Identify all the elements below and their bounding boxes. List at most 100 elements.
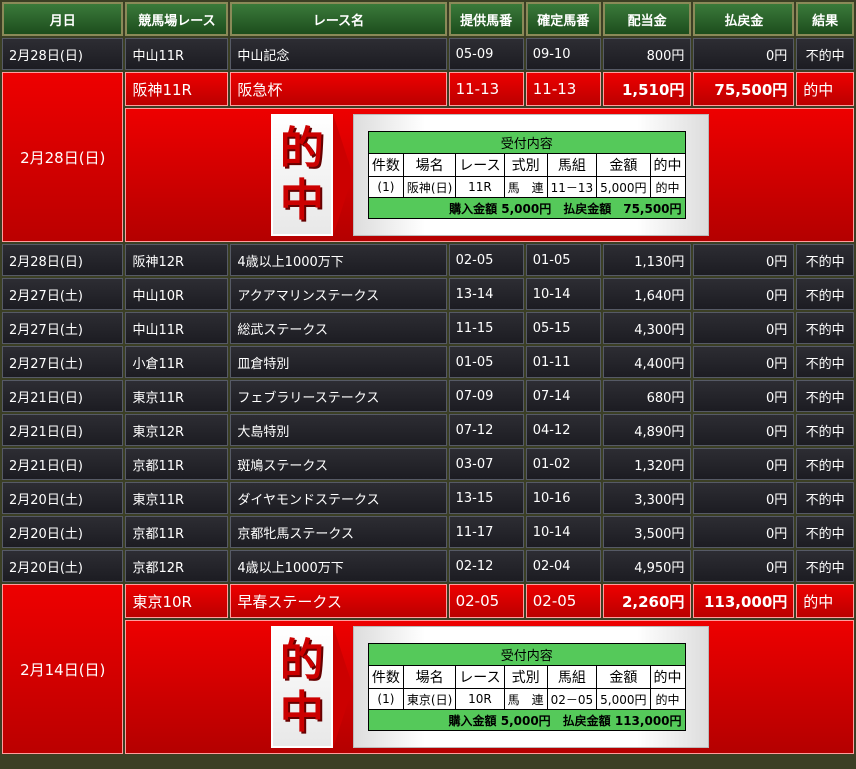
cell-race: フェブラリーステークス	[230, 380, 447, 412]
cell-offered: 03-07	[448, 448, 524, 480]
cell-payout: 0円	[693, 516, 795, 548]
header-venue: 競馬場レース	[125, 2, 229, 36]
cell-confirmed: 05-15	[525, 312, 601, 344]
cell-dividend: 3,500円	[602, 516, 692, 548]
arrow-icon	[332, 114, 353, 236]
cell-confirmed: 02-05	[525, 584, 601, 618]
cell-result: 不的中	[796, 448, 854, 480]
cell-venue: 小倉11R	[125, 346, 229, 378]
ticket-col: 式別	[503, 153, 548, 177]
cell-date: 2月27日(土)	[2, 278, 124, 310]
cell-offered: 07-09	[448, 380, 524, 412]
cell-race: 早春ステークス	[230, 584, 447, 618]
arrow-icon	[332, 626, 353, 748]
hit-banner: 的 中 受付内容 件数 場名 レース 式別 馬組	[270, 626, 709, 748]
cell-race: 4歳以上1000万下	[230, 550, 447, 582]
table-row: 2月28日(日) 阪神12R 4歳以上1000万下 02-05 01-05 1,…	[2, 244, 854, 276]
table-row: 2月21日(日) 京都11R 斑鳩ステークス 03-07 01-02 1,320…	[2, 448, 854, 480]
ticket-val: (1)	[367, 176, 404, 198]
hit-banner: 的 中 受付内容 件数 場名 レース 式別 馬組	[270, 114, 709, 236]
cell-dividend: 1,640円	[602, 278, 692, 310]
banner-row: 的 中 受付内容 件数 場名 レース 式別 馬組	[2, 108, 854, 242]
cell-result: 不的中	[796, 516, 854, 548]
ticket-col: 場名	[402, 665, 457, 689]
cell-venue: 東京10R	[125, 584, 229, 618]
cell-venue: 京都11R	[125, 516, 229, 548]
cell-dividend: 4,950円	[602, 550, 692, 582]
cell-race: 斑鳩ステークス	[230, 448, 447, 480]
table-row: 2月27日(土) 小倉11R 皿倉特別 01-05 01-11 4,400円 0…	[2, 346, 854, 378]
cell-confirmed: 10-14	[525, 516, 601, 548]
header-payout: 払戻金	[693, 2, 795, 36]
cell-payout: 0円	[693, 278, 795, 310]
ticket-col: レース	[455, 665, 505, 689]
cell-confirmed: 01-02	[525, 448, 601, 480]
cell-offered: 11-13	[448, 72, 524, 106]
cell-venue: 東京11R	[125, 482, 229, 514]
cell-confirmed: 02-04	[525, 550, 601, 582]
cell-payout: 0円	[693, 482, 795, 514]
ticket-val: 10R	[455, 688, 505, 710]
cell-dividend: 4,400円	[602, 346, 692, 378]
cell-date: 2月14日(日)	[2, 584, 124, 754]
ticket-val: 5,000円	[596, 176, 651, 198]
cell-dividend: 4,300円	[602, 312, 692, 344]
cell-race: 総武ステークス	[230, 312, 447, 344]
cell-confirmed: 10-14	[525, 278, 601, 310]
cell-result: 的中	[796, 584, 854, 618]
ticket-col: レース	[455, 153, 505, 177]
cell-result: 不的中	[796, 482, 854, 514]
cell-payout: 0円	[693, 346, 795, 378]
cell-result: 不的中	[796, 380, 854, 412]
ticket-val: 的中	[649, 176, 686, 198]
cell-result: 不的中	[796, 244, 854, 276]
hit-char-1: 的	[279, 123, 324, 174]
ticket-val: (1)	[367, 688, 404, 710]
cell-confirmed: 07-14	[525, 380, 601, 412]
ticket-col: 馬組	[546, 665, 598, 689]
ticket-table: 受付内容 件数 場名 レース 式別 馬組 金額 的中	[367, 643, 686, 731]
cell-date: 2月21日(日)	[2, 448, 124, 480]
header-result: 結果	[796, 2, 854, 36]
cell-payout: 0円	[693, 38, 795, 70]
table-row: 2月20日(土) 東京11R ダイヤモンドステークス 13-15 10-16 3…	[2, 482, 854, 514]
ticket-col: 場名	[402, 153, 457, 177]
ticket-val: 馬 連	[503, 688, 548, 710]
cell-date: 2月28日(日)	[2, 244, 124, 276]
cell-confirmed: 11-13	[525, 72, 601, 106]
cell-venue: 阪神12R	[125, 244, 229, 276]
cell-date: 2月27日(土)	[2, 312, 124, 344]
cell-payout: 113,000円	[693, 584, 795, 618]
hit-mark: 的 中	[270, 626, 333, 748]
cell-result: 不的中	[796, 550, 854, 582]
ticket-col: 的中	[649, 153, 686, 177]
cell-confirmed: 09-10	[525, 38, 601, 70]
ticket-val: 馬 連	[503, 176, 548, 198]
cell-offered: 05-09	[448, 38, 524, 70]
cell-race: アクアマリンステークス	[230, 278, 447, 310]
cell-venue: 京都11R	[125, 448, 229, 480]
cell-dividend: 1,510円	[602, 72, 692, 106]
cell-offered: 01-05	[448, 346, 524, 378]
hit-banner-cell: 的 中 受付内容 件数 場名 レース 式別 馬組	[125, 620, 854, 754]
ticket-title: 受付内容	[367, 643, 686, 666]
cell-dividend: 1,320円	[602, 448, 692, 480]
cell-payout: 0円	[693, 550, 795, 582]
ticket-frame: 受付内容 件数 場名 レース 式別 馬組 金額 的中	[352, 114, 709, 236]
cell-race: 京都牝馬ステークス	[230, 516, 447, 548]
table-row: 2月20日(土) 京都12R 4歳以上1000万下 02-12 02-04 4,…	[2, 550, 854, 582]
cell-offered: 13-15	[448, 482, 524, 514]
cell-dividend: 4,890円	[602, 414, 692, 446]
cell-offered: 02-05	[448, 244, 524, 276]
cell-confirmed: 01-11	[525, 346, 601, 378]
table-row: 2月28日(日) 中山11R 中山記念 05-09 09-10 800円 0円 …	[2, 38, 854, 70]
cell-result: 的中	[796, 72, 854, 106]
cell-offered: 07-12	[448, 414, 524, 446]
cell-race: 皿倉特別	[230, 346, 447, 378]
cell-venue: 東京12R	[125, 414, 229, 446]
cell-date: 2月28日(日)	[2, 38, 124, 70]
hit-char-2: 中	[279, 687, 324, 738]
cell-date: 2月21日(日)	[2, 380, 124, 412]
cell-confirmed: 04-12	[525, 414, 601, 446]
cell-result: 不的中	[796, 278, 854, 310]
